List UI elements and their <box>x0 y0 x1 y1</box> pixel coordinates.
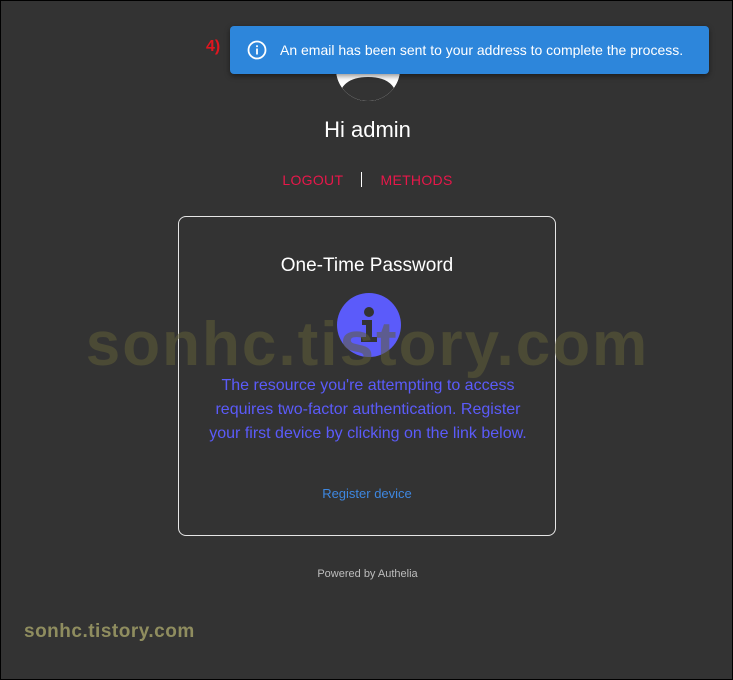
card-message: The resource you're attempting to access… <box>209 377 527 442</box>
step-annotation: 4) <box>206 38 221 55</box>
account-nav: LOGOUT METHODS <box>1 172 733 188</box>
register-device-link[interactable]: Register device <box>179 486 555 501</box>
info-circle-icon <box>246 39 268 61</box>
nav-separator <box>361 172 363 187</box>
info-icon <box>337 293 401 357</box>
notification-toast[interactable]: An email has been sent to your address t… <box>230 26 709 74</box>
greeting-title: Hi admin <box>324 117 411 142</box>
methods-link[interactable]: METHODS <box>380 172 452 188</box>
toast-message: An email has been sent to your address t… <box>280 42 684 58</box>
card-title: One-Time Password <box>280 255 454 276</box>
watermark-small: sonhc.tistory.com <box>24 621 195 642</box>
logout-link[interactable]: LOGOUT <box>282 172 343 188</box>
powered-by-text: Powered by Authelia <box>317 568 418 580</box>
otp-card: One-Time Password The resource you're at… <box>178 216 556 536</box>
